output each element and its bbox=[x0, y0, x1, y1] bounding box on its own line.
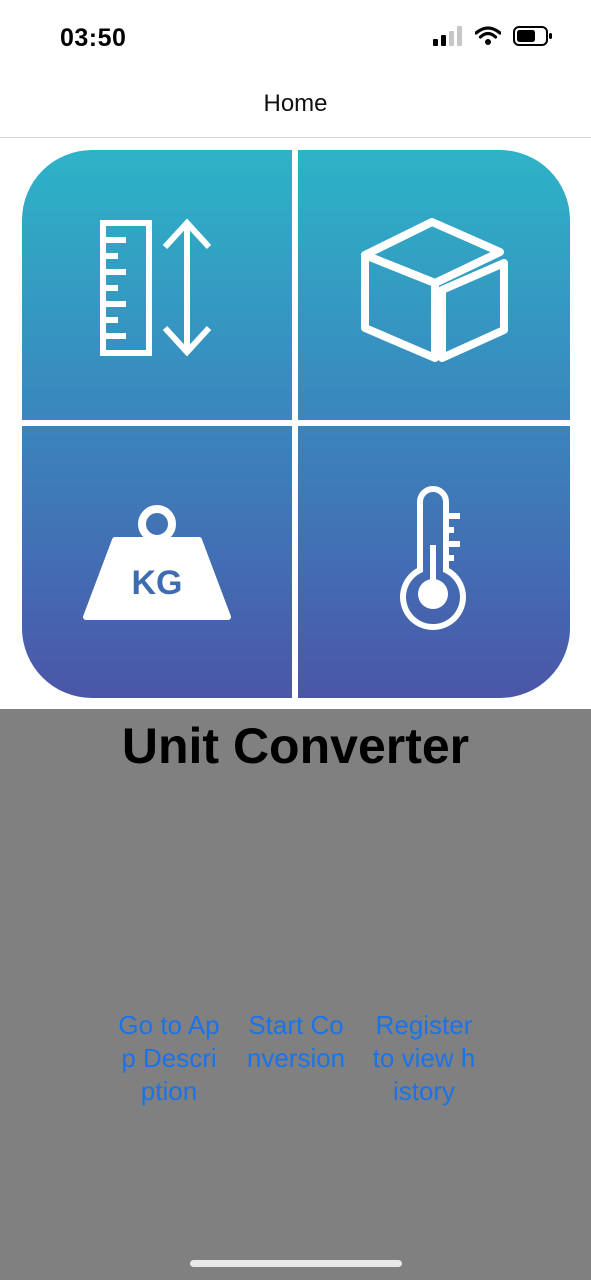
logo-area: KG bbox=[0, 138, 591, 709]
signal-icon bbox=[433, 26, 462, 46]
register-link[interactable]: Register to view history bbox=[372, 1009, 476, 1108]
nav-title: Home bbox=[263, 90, 328, 117]
navigation-bar: Home bbox=[0, 80, 591, 138]
status-bar: 03:50 bbox=[0, 0, 591, 80]
home-indicator[interactable] bbox=[190, 1260, 402, 1267]
weight-label: KG bbox=[132, 564, 183, 602]
start-conversion-link[interactable]: Start Conversion bbox=[244, 1009, 348, 1075]
status-icons bbox=[433, 26, 553, 46]
app-title: Unit Converter bbox=[121, 718, 470, 774]
unit-converter-logo: KG bbox=[22, 150, 570, 698]
status-time: 03:50 bbox=[60, 24, 127, 52]
app-description-link[interactable]: Go to App Description bbox=[117, 1009, 221, 1108]
battery-icon bbox=[513, 26, 552, 46]
main-content: Unit Converter Go to App Description Sta… bbox=[0, 709, 591, 1280]
wifi-icon bbox=[475, 26, 501, 45]
